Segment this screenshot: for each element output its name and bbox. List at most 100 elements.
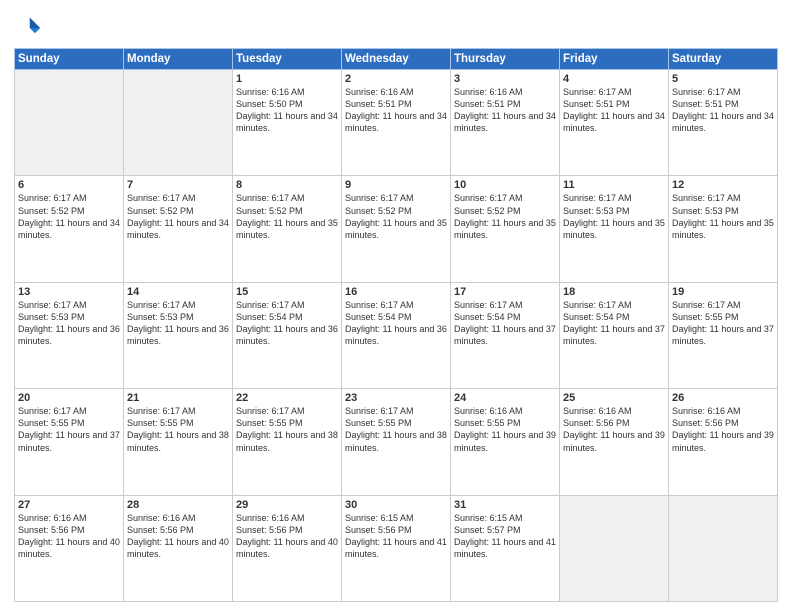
calendar-cell: 17Sunrise: 6:17 AM Sunset: 5:54 PM Dayli… xyxy=(451,282,560,388)
cell-info: Sunrise: 6:17 AM Sunset: 5:54 PM Dayligh… xyxy=(345,299,447,348)
cell-info: Sunrise: 6:16 AM Sunset: 5:55 PM Dayligh… xyxy=(454,405,556,454)
calendar-cell: 26Sunrise: 6:16 AM Sunset: 5:56 PM Dayli… xyxy=(669,389,778,495)
calendar-header: SundayMondayTuesdayWednesdayThursdayFrid… xyxy=(15,49,778,70)
calendar-cell: 7Sunrise: 6:17 AM Sunset: 5:52 PM Daylig… xyxy=(124,176,233,282)
day-number: 30 xyxy=(345,499,447,511)
calendar-cell: 28Sunrise: 6:16 AM Sunset: 5:56 PM Dayli… xyxy=(124,495,233,601)
day-number: 20 xyxy=(18,392,120,404)
day-number: 18 xyxy=(563,286,665,298)
calendar-cell: 6Sunrise: 6:17 AM Sunset: 5:52 PM Daylig… xyxy=(15,176,124,282)
cell-info: Sunrise: 6:16 AM Sunset: 5:56 PM Dayligh… xyxy=(563,405,665,454)
calendar-cell: 20Sunrise: 6:17 AM Sunset: 5:55 PM Dayli… xyxy=(15,389,124,495)
cell-info: Sunrise: 6:17 AM Sunset: 5:52 PM Dayligh… xyxy=(454,192,556,241)
day-number: 23 xyxy=(345,392,447,404)
cell-info: Sunrise: 6:17 AM Sunset: 5:54 PM Dayligh… xyxy=(454,299,556,348)
calendar-cell: 21Sunrise: 6:17 AM Sunset: 5:55 PM Dayli… xyxy=(124,389,233,495)
calendar-cell: 18Sunrise: 6:17 AM Sunset: 5:54 PM Dayli… xyxy=(560,282,669,388)
calendar-cell: 13Sunrise: 6:17 AM Sunset: 5:53 PM Dayli… xyxy=(15,282,124,388)
cell-info: Sunrise: 6:16 AM Sunset: 5:56 PM Dayligh… xyxy=(236,512,338,561)
calendar-cell: 22Sunrise: 6:17 AM Sunset: 5:55 PM Dayli… xyxy=(233,389,342,495)
week-row-1: 6Sunrise: 6:17 AM Sunset: 5:52 PM Daylig… xyxy=(15,176,778,282)
calendar-cell xyxy=(15,70,124,176)
calendar-cell: 12Sunrise: 6:17 AM Sunset: 5:53 PM Dayli… xyxy=(669,176,778,282)
cell-info: Sunrise: 6:17 AM Sunset: 5:55 PM Dayligh… xyxy=(236,405,338,454)
day-number: 22 xyxy=(236,392,338,404)
week-row-2: 13 Sunrise: 6:17 AM Sunset: 5:53 PM Dayli… xyxy=(15,282,778,388)
calendar-table: SundayMondayTuesdayWednesdayThursdayFrid… xyxy=(14,48,778,602)
day-number: 5 xyxy=(672,73,774,85)
calendar-cell: 25Sunrise: 6:16 AM Sunset: 5:56 PM Dayli… xyxy=(560,389,669,495)
cell-info: Sunrise: 6:16 AM Sunset: 5:50 PM Dayligh… xyxy=(236,86,338,135)
cell-info: Sunrise: 6:17 AM Sunset: 5:51 PM Dayligh… xyxy=(563,86,665,135)
day-number: 4 xyxy=(563,73,665,85)
week-row-3: 20Sunrise: 6:17 AM Sunset: 5:55 PM Dayli… xyxy=(15,389,778,495)
day-number: 12 xyxy=(672,179,774,191)
calendar-cell: 31Sunrise: 6:15 AM Sunset: 5:57 PM Dayli… xyxy=(451,495,560,601)
day-number: 16 xyxy=(345,286,447,298)
calendar-cell: 11Sunrise: 6:17 AM Sunset: 5:53 PM Dayli… xyxy=(560,176,669,282)
cell-info: Sunrise: 6:15 AM Sunset: 5:57 PM Dayligh… xyxy=(454,512,556,561)
cell-info: Sunrise: 6:17 AM Sunset: 5:53 PM Dayligh… xyxy=(127,299,229,348)
day-number: 28 xyxy=(127,499,229,511)
cell-info: Sunrise: 6:16 AM Sunset: 5:51 PM Dayligh… xyxy=(454,86,556,135)
day-number: 29 xyxy=(236,499,338,511)
cell-info: Sunrise: 6:16 AM Sunset: 5:56 PM Dayligh… xyxy=(18,512,120,561)
day-number: 1 xyxy=(236,73,338,85)
cell-info: Sunrise: 6:16 AM Sunset: 5:56 PM Dayligh… xyxy=(672,405,774,454)
calendar-cell: 5Sunrise: 6:17 AM Sunset: 5:51 PM Daylig… xyxy=(669,70,778,176)
day-number: 11 xyxy=(563,179,665,191)
cell-info: Sunrise: 6:17 AM Sunset: 5:52 PM Dayligh… xyxy=(18,192,120,241)
calendar-body: 1Sunrise: 6:16 AM Sunset: 5:50 PM Daylig… xyxy=(15,70,778,602)
day-number: 8 xyxy=(236,179,338,191)
calendar-cell: 24Sunrise: 6:16 AM Sunset: 5:55 PM Dayli… xyxy=(451,389,560,495)
cell-info: Sunrise: 6:17 AM Sunset: 5:55 PM Dayligh… xyxy=(672,299,774,348)
calendar-cell: 2Sunrise: 6:16 AM Sunset: 5:51 PM Daylig… xyxy=(342,70,451,176)
day-number: 14 xyxy=(127,286,229,298)
column-header-thursday: Thursday xyxy=(451,49,560,70)
column-header-saturday: Saturday xyxy=(669,49,778,70)
calendar-cell xyxy=(560,495,669,601)
week-row-0: 1Sunrise: 6:16 AM Sunset: 5:50 PM Daylig… xyxy=(15,70,778,176)
day-number: 13 xyxy=(18,286,120,298)
column-header-wednesday: Wednesday xyxy=(342,49,451,70)
day-number: 3 xyxy=(454,73,556,85)
calendar-cell: 9Sunrise: 6:17 AM Sunset: 5:52 PM Daylig… xyxy=(342,176,451,282)
header xyxy=(14,10,778,42)
calendar-cell: 1Sunrise: 6:16 AM Sunset: 5:50 PM Daylig… xyxy=(233,70,342,176)
day-number: 19 xyxy=(672,286,774,298)
cell-info: Sunrise: 6:17 AM Sunset: 5:55 PM Dayligh… xyxy=(18,405,120,454)
day-number: 7 xyxy=(127,179,229,191)
column-header-tuesday: Tuesday xyxy=(233,49,342,70)
calendar-cell: 8Sunrise: 6:17 AM Sunset: 5:52 PM Daylig… xyxy=(233,176,342,282)
cell-info: Sunrise: 6:17 AM Sunset: 5:53 PM Dayligh… xyxy=(563,192,665,241)
day-number: 2 xyxy=(345,73,447,85)
calendar-cell: 14Sunrise: 6:17 AM Sunset: 5:53 PM Dayli… xyxy=(124,282,233,388)
cell-info: Sunrise: 6:17 AM Sunset: 5:52 PM Dayligh… xyxy=(127,192,229,241)
calendar-cell: 4Sunrise: 6:17 AM Sunset: 5:51 PM Daylig… xyxy=(560,70,669,176)
day-number: 9 xyxy=(345,179,447,191)
cell-info: Sunrise: 6:17 AM Sunset: 5:54 PM Dayligh… xyxy=(236,299,338,348)
day-number: 15 xyxy=(236,286,338,298)
calendar-cell: 19Sunrise: 6:17 AM Sunset: 5:55 PM Dayli… xyxy=(669,282,778,388)
day-number: 21 xyxy=(127,392,229,404)
day-number: 25 xyxy=(563,392,665,404)
day-number: 31 xyxy=(454,499,556,511)
day-number: 24 xyxy=(454,392,556,404)
cell-info: Sunrise: 6:17 AM Sunset: 5:55 PM Dayligh… xyxy=(127,405,229,454)
cell-info: Sunrise: 6:17 AM Sunset: 5:55 PM Dayligh… xyxy=(345,405,447,454)
calendar-cell xyxy=(669,495,778,601)
day-number: 26 xyxy=(672,392,774,404)
calendar-cell: 27Sunrise: 6:16 AM Sunset: 5:56 PM Dayli… xyxy=(15,495,124,601)
calendar-cell: 3Sunrise: 6:16 AM Sunset: 5:51 PM Daylig… xyxy=(451,70,560,176)
day-number: 10 xyxy=(454,179,556,191)
day-number: 6 xyxy=(18,179,120,191)
cell-info: Sunrise: 6:16 AM Sunset: 5:56 PM Dayligh… xyxy=(127,512,229,561)
week-row-4: 27Sunrise: 6:16 AM Sunset: 5:56 PM Dayli… xyxy=(15,495,778,601)
cell-info: Sunrise: 6:17 AM Sunset: 5:54 PM Dayligh… xyxy=(563,299,665,348)
cell-info: Sunrise: 6:17 AM Sunset: 5:52 PM Dayligh… xyxy=(345,192,447,241)
cell-info: Sunrise: 6:17 AM Sunset: 5:51 PM Dayligh… xyxy=(672,86,774,135)
cell-info: Sunrise: 6:17 AM Sunset: 5:53 PM Dayligh… xyxy=(672,192,774,241)
column-header-friday: Friday xyxy=(560,49,669,70)
cell-info: Sunrise: 6:16 AM Sunset: 5:51 PM Dayligh… xyxy=(345,86,447,135)
calendar-cell: 23Sunrise: 6:17 AM Sunset: 5:55 PM Dayli… xyxy=(342,389,451,495)
